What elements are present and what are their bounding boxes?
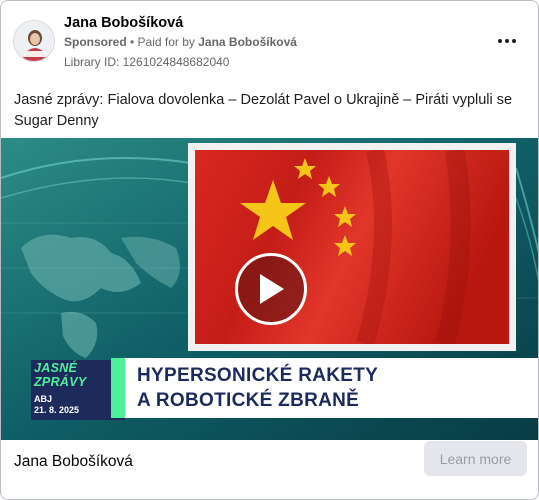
profile-avatar[interactable] [13, 20, 55, 62]
headline-line2: A ROBOTICKÉ ZBRANĚ [137, 390, 360, 411]
paid-for-separator: • Paid for by [126, 35, 199, 49]
headline-box: HYPERSONICKÉ RAKETY A ROBOTICKÉ ZBRANĚ [125, 358, 538, 418]
sponsored-label: Sponsored [64, 35, 127, 49]
ad-footer: Jana Bobošíková Learn more [1, 440, 538, 499]
show-tag-line2: ZPRÁVY [34, 375, 87, 389]
video-thumbnail[interactable]: JASNÉ ZPRÁVY ABJ 21. 8. 2025 HYPERSONICK… [1, 138, 538, 440]
show-tag-date: 21. 8. 2025 [34, 405, 80, 415]
show-tag-title: JASNÉ ZPRÁVY [31, 361, 123, 389]
headline-line1: HYPERSONICKÉ RAKETY [137, 365, 379, 386]
sponsored-line: Sponsored • Paid for by Jana Bobošíková [64, 35, 297, 49]
paid-for-name: Jana Bobošíková [198, 35, 297, 49]
show-tag-sub: ABJ 21. 8. 2025 [34, 394, 79, 416]
more-dot [498, 39, 502, 43]
china-flag-image [195, 150, 509, 344]
footer-advertiser-name: Jana Bobošíková [14, 453, 133, 470]
advertiser-name[interactable]: Jana Bobošíková [64, 15, 183, 31]
more-dot [512, 39, 516, 43]
learn-more-button[interactable]: Learn more [424, 441, 527, 476]
more-dot [505, 39, 509, 43]
play-icon [260, 274, 284, 304]
news-lower-third: JASNÉ ZPRÁVY ABJ 21. 8. 2025 HYPERSONICK… [1, 358, 538, 440]
avatar-image [14, 21, 54, 61]
play-button[interactable] [235, 253, 307, 325]
ad-header: Jana Bobošíková Sponsored • Paid for by … [1, 1, 538, 81]
flag-graphic [195, 150, 509, 344]
ad-body-text: Jasné zprávy: Fialova dovolenka – Dezolá… [14, 92, 513, 129]
library-id: Library ID: 1261024848682040 [64, 55, 230, 69]
flag-video-frame [188, 143, 516, 351]
ad-card: Jana Bobošíková Sponsored • Paid for by … [0, 0, 539, 500]
show-tag-abbr: ABJ [34, 394, 53, 404]
show-tag-line1: JASNÉ [34, 361, 78, 375]
more-options-icon[interactable] [491, 29, 523, 53]
